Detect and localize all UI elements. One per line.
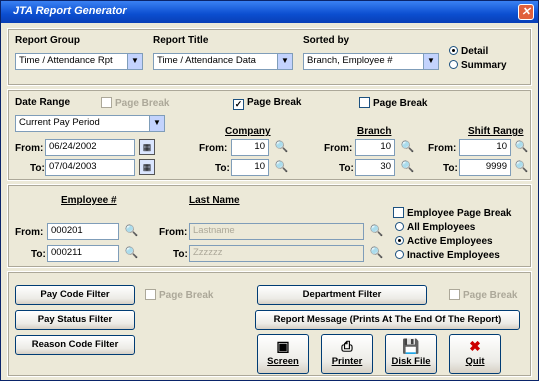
inactive-employees-radio[interactable]: Inactive Employees [395, 250, 500, 261]
employee-from-input[interactable]: 000201 [47, 223, 119, 240]
window-title: JTA Report Generator [13, 5, 127, 17]
reason-code-filter-button[interactable]: Reason Code Filter [15, 335, 135, 355]
employee-from-label: From: [15, 227, 44, 238]
date-to-label: To: [30, 163, 45, 174]
summary-radio[interactable]: Summary [449, 60, 507, 71]
shift-to-input[interactable]: 9999 [459, 159, 511, 176]
printer-icon: ⎙ [341, 338, 353, 354]
search-icon[interactable]: 🔍 [513, 159, 530, 176]
screen-icon: ▣ [276, 338, 290, 354]
pay-status-filter-button[interactable]: Pay Status Filter [15, 310, 135, 330]
chevron-down-icon[interactable]: ▼ [127, 54, 142, 69]
sorted-by-value: Branch, Employee # [307, 55, 393, 66]
branch-to-input[interactable]: 30 [355, 159, 395, 176]
search-icon[interactable]: 🔍 [273, 139, 290, 156]
branch-page-break-checkbox[interactable]: Page Break [359, 97, 427, 109]
calendar-icon[interactable]: ▦ [139, 159, 155, 175]
branch-from-input[interactable]: 10 [355, 139, 395, 156]
calendar-icon[interactable]: ▦ [139, 139, 155, 155]
company-page-break-checkbox[interactable]: ✓ Page Break [233, 97, 301, 110]
date-from-input[interactable]: 06/24/2002 [45, 139, 135, 156]
chevron-down-icon[interactable]: ▼ [423, 54, 438, 69]
sorted-by-label: Sorted by [303, 35, 350, 46]
employee-to-input[interactable]: 000211 [47, 245, 119, 262]
search-icon[interactable]: 🔍 [273, 159, 290, 176]
company-from-label: From: [199, 143, 228, 154]
department-filter-button[interactable]: Department Filter [257, 285, 427, 305]
quit-button-label: Quit [465, 356, 485, 367]
search-icon[interactable]: 🔍 [399, 159, 416, 176]
chevron-down-icon[interactable]: ▼ [149, 116, 164, 131]
quit-button[interactable]: ✖ Quit [449, 334, 501, 374]
pay-code-page-break-checkbox[interactable]: Page Break [145, 289, 213, 301]
disk-icon: 💾 [402, 338, 420, 354]
company-to-input[interactable]: 10 [231, 159, 269, 176]
branch-from-label: From: [324, 143, 353, 154]
company-from-input[interactable]: 10 [231, 139, 269, 156]
date-range-value: Current Pay Period [19, 117, 100, 128]
employee-number-header: Employee # [61, 195, 117, 206]
shift-from-label: From: [428, 143, 457, 154]
report-generator-window: JTA Report Generator ✕ Report Group Time… [0, 0, 539, 381]
search-icon[interactable]: 🔍 [513, 139, 530, 156]
search-icon[interactable]: 🔍 [368, 245, 385, 262]
last-name-from-label: From: [159, 227, 188, 238]
screen-button[interactable]: ▣ Screen [257, 334, 309, 374]
radio-dot [449, 46, 458, 55]
all-employees-radio[interactable]: All Employees [395, 222, 475, 233]
detail-radio[interactable]: Detail [449, 46, 488, 57]
date-from-label: From: [15, 143, 44, 154]
search-icon[interactable]: 🔍 [123, 223, 140, 240]
company-header: Company [225, 126, 271, 137]
screen-button-label: Screen [267, 356, 299, 367]
disk-file-button[interactable]: 💾 Disk File [385, 334, 437, 374]
company-to-label: To: [215, 163, 230, 174]
branch-to-label: To: [339, 163, 354, 174]
report-group-select[interactable]: Time / Attendance Rpt ▼ [15, 53, 143, 70]
date-to-input[interactable]: 07/04/2003 [45, 159, 135, 176]
radio-dot [449, 60, 458, 69]
date-range-label: Date Range [15, 97, 71, 108]
report-title-value: Time / Attendance Data [157, 55, 256, 66]
chevron-down-icon[interactable]: ▼ [277, 54, 292, 69]
employee-to-label: To: [31, 249, 46, 260]
last-name-from-input[interactable]: Lastname [189, 223, 364, 240]
last-name-header: Last Name [189, 195, 240, 206]
last-name-to-label: To: [173, 249, 188, 260]
pay-code-filter-button[interactable]: Pay Code Filter [15, 285, 135, 305]
sorted-by-select[interactable]: Branch, Employee # ▼ [303, 53, 439, 70]
department-page-break-checkbox[interactable]: Page Break [449, 289, 517, 301]
date-range-select[interactable]: Current Pay Period ▼ [15, 115, 165, 132]
search-icon[interactable]: 🔍 [123, 245, 140, 262]
shift-to-label: To: [443, 163, 458, 174]
disk-file-button-label: Disk File [391, 356, 431, 367]
printer-button-label: Printer [331, 356, 363, 367]
branch-header: Branch [357, 126, 392, 137]
employee-page-break-checkbox[interactable]: Employee Page Break [393, 207, 512, 219]
report-title-label: Report Title [153, 35, 209, 46]
close-button[interactable]: ✕ [518, 4, 534, 20]
shift-range-header: Shift Range [468, 126, 524, 137]
report-title-select[interactable]: Time / Attendance Data ▼ [153, 53, 293, 70]
search-icon[interactable]: 🔍 [368, 223, 385, 240]
report-message-button[interactable]: Report Message (Prints At The End Of The… [255, 310, 520, 330]
shift-from-input[interactable]: 10 [459, 139, 511, 156]
date-page-break-checkbox[interactable]: Page Break [101, 97, 169, 109]
search-icon[interactable]: 🔍 [399, 139, 416, 156]
printer-button[interactable]: ⎙ Printer [321, 334, 373, 374]
report-group-value: Time / Attendance Rpt [19, 55, 113, 66]
title-bar[interactable]: JTA Report Generator ✕ [1, 1, 538, 23]
last-name-to-input[interactable]: Zzzzzz [189, 245, 364, 262]
report-group-label: Report Group [15, 35, 80, 46]
quit-icon: ✖ [469, 338, 481, 354]
active-employees-radio[interactable]: Active Employees [395, 236, 493, 247]
